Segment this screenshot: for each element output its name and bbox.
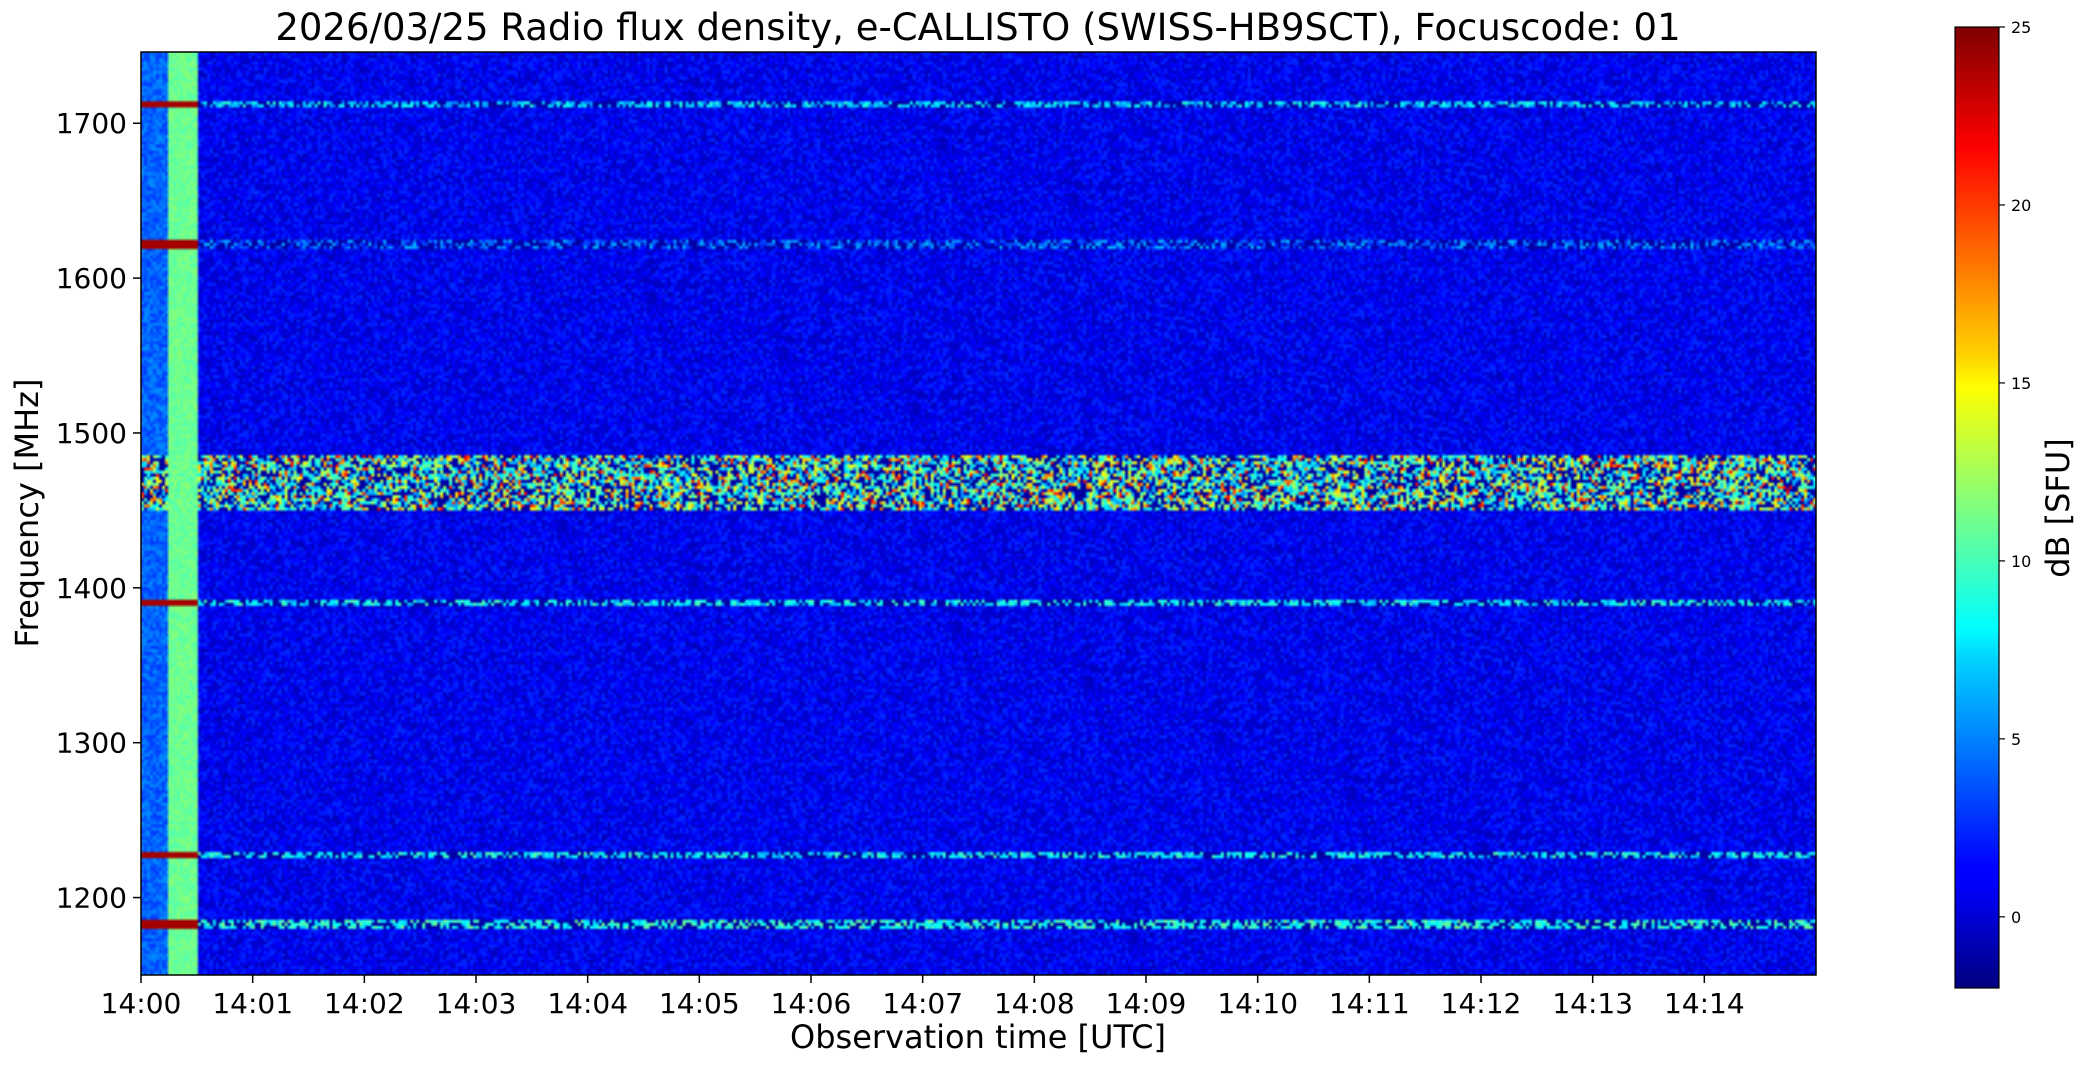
colorbar-tick-label: 10 <box>2011 552 2031 571</box>
colorbar-tick-label: 20 <box>2011 196 2031 215</box>
x-axis-ticks: 14:00 14:01 14:02 14:03 14:04 14:05 14:06 14:07… <box>101 975 1745 1020</box>
x-tick-label: 14:09 <box>1106 987 1187 1020</box>
x-tick-label: 14:01 <box>212 987 293 1020</box>
x-tick-label: 14:05 <box>659 987 740 1020</box>
colorbar-ticks: 0 5 10 15 20 25 <box>1999 18 2031 927</box>
y-tick-label: 1700 <box>56 107 127 140</box>
x-tick-label: 14:07 <box>882 987 963 1020</box>
x-tick-label: 14:04 <box>547 987 628 1020</box>
x-tick-label: 14:06 <box>771 987 852 1020</box>
x-tick-label: 14:11 <box>1329 987 1410 1020</box>
y-tick-label: 1500 <box>56 417 127 450</box>
colorbar-tick-label: 15 <box>2011 374 2031 393</box>
y-tick-label: 1400 <box>56 572 127 605</box>
spectrogram-image <box>141 52 1816 975</box>
spectrogram-chart: 2026/03/25 Radio flux density, e-CALLIST… <box>8 6 2077 1056</box>
x-tick-label: 14:10 <box>1217 987 1298 1020</box>
x-tick-label: 14:08 <box>994 987 1075 1020</box>
x-axis-label: Observation time [UTC] <box>790 1018 1166 1056</box>
x-tick-label: 14:02 <box>324 987 405 1020</box>
x-tick-label: 14:12 <box>1441 987 1522 1020</box>
y-axis-ticks: 1200 1300 1400 1500 1600 1700 <box>56 107 141 915</box>
x-tick-label: 14:00 <box>101 987 182 1020</box>
y-axis-label: Frequency [MHz] <box>8 379 46 648</box>
x-tick-label: 14:14 <box>1664 987 1745 1020</box>
colorbar <box>1954 26 2000 989</box>
x-tick-label: 14:03 <box>436 987 517 1020</box>
y-tick-label: 1200 <box>56 882 127 915</box>
chart-title: 2026/03/25 Radio flux density, e-CALLIST… <box>275 6 1680 49</box>
x-tick-label: 14:13 <box>1552 987 1633 1020</box>
colorbar-tick-label: 25 <box>2011 18 2031 37</box>
colorbar-tick-label: 5 <box>2011 730 2021 749</box>
colorbar-tick-label: 0 <box>2011 908 2021 927</box>
y-tick-label: 1300 <box>56 727 127 760</box>
colorbar-label: dB [SFU] <box>2039 438 2077 578</box>
plot-area <box>141 52 1816 975</box>
y-tick-label: 1600 <box>56 262 127 295</box>
